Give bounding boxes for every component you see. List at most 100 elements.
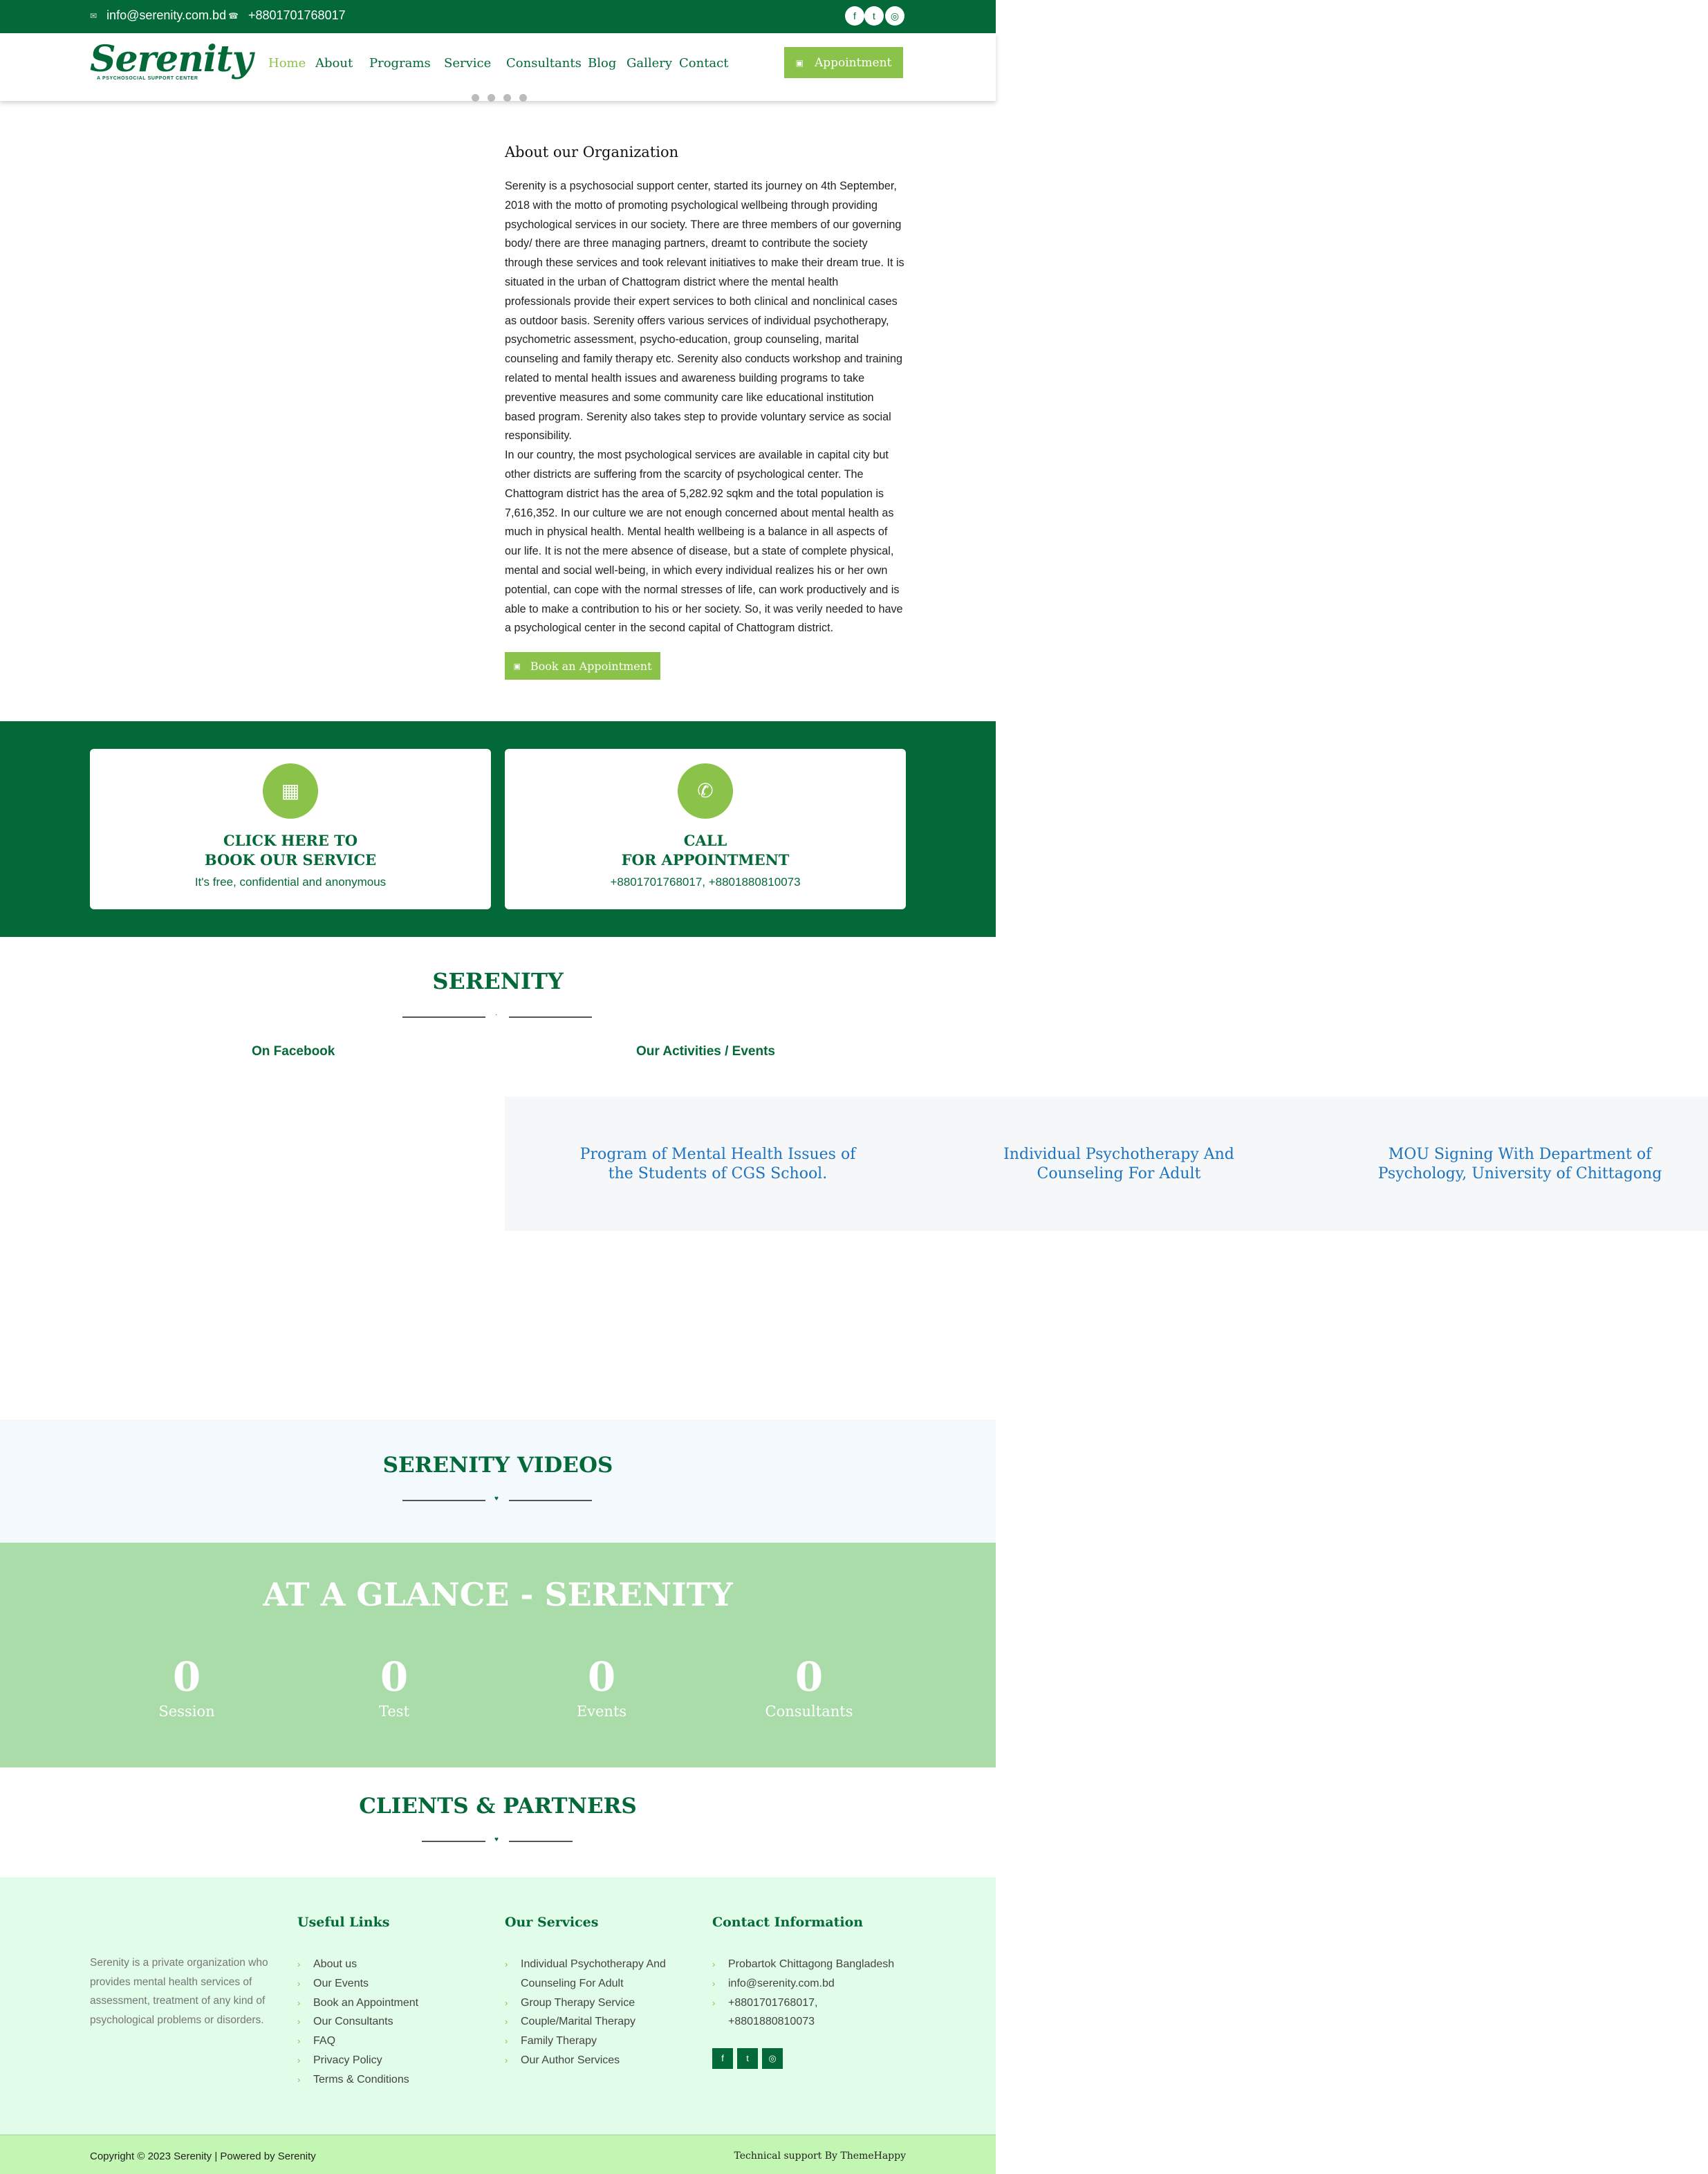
footer-link[interactable]: Our Events <box>297 1974 484 1994</box>
divider-left <box>402 1016 485 1018</box>
appointment-button-label: Appointment <box>814 55 892 70</box>
facebook-label: On Facebook <box>252 1044 335 1059</box>
cta-band: ▦ CLICK HERE TO BOOK OUR SERVICE It's fr… <box>0 721 996 937</box>
glance-title: AT A GLANCE - SERENITY <box>263 1576 733 1613</box>
divider-right <box>509 1016 592 1018</box>
instagram-icon[interactable]: ◎ <box>762 2048 783 2069</box>
about-paragraph: In our country, the most psychological s… <box>505 449 903 635</box>
site-footer: Serenity is a private organization who p… <box>0 1877 996 2135</box>
footer-link[interactable]: Our Consultants <box>297 2012 484 2032</box>
slider-dot[interactable] <box>503 94 511 102</box>
copyright-text: Copyright © 2023 Serenity | Powered by S… <box>90 2150 316 2162</box>
footer-address: Probartok Chittagong Bangladesh <box>712 1955 899 1974</box>
nav-blog[interactable]: Blog <box>588 56 616 71</box>
facebook-icon[interactable]: f <box>712 2048 733 2069</box>
calendar-icon: ▣ <box>795 57 804 68</box>
logo-word: Serenity <box>90 38 253 80</box>
slider-dot[interactable] <box>519 94 527 102</box>
book-service-card[interactable]: ▦ CLICK HERE TO BOOK OUR SERVICE It's fr… <box>90 749 491 909</box>
stat-label: Session <box>158 1703 215 1720</box>
heart-icon: ♥ <box>494 1495 499 1503</box>
heart-icon: ♥ <box>494 1836 499 1843</box>
nav-consultants[interactable]: Consultants <box>506 56 582 71</box>
nav-gallery[interactable]: Gallery <box>626 56 672 71</box>
slider-dot[interactable] <box>488 94 495 102</box>
book-card-line2: BOOK OUR SERVICE <box>204 851 377 868</box>
instagram-icon[interactable]: ◎ <box>885 6 904 26</box>
nav-home[interactable]: Home <box>268 56 306 71</box>
twitter-icon[interactable]: t <box>864 6 884 26</box>
copyright-bar: Copyright © 2023 Serenity | Powered by S… <box>0 2135 996 2174</box>
footer-email[interactable]: info@serenity.com.bd <box>712 1974 899 1994</box>
book-card-subtitle: It's free, confidential and anonymous <box>194 875 387 889</box>
about-title: About our Organization <box>505 144 679 160</box>
footer-service-link[interactable]: Our Author Services <box>505 2051 678 2070</box>
stat-test: 0 Test <box>311 1653 477 1720</box>
facebook-icon[interactable]: f <box>845 6 864 26</box>
stat-value: 0 <box>380 1653 409 1700</box>
stat-events: 0 Events <box>519 1653 685 1720</box>
footer-link[interactable]: Book an Appointment <box>297 1994 484 2013</box>
event-link[interactable]: MOU Signing With Department of Psycholog… <box>1375 1145 1665 1184</box>
phone-icon: ✆ <box>678 763 733 819</box>
topbar-phone[interactable]: ☎ +8801701768017 <box>228 8 346 23</box>
divider-right <box>509 1841 573 1842</box>
footer-service-link[interactable]: Individual Psychotherapy And Counseling … <box>505 1955 678 1994</box>
stat-label: Events <box>576 1703 627 1720</box>
nav-programs[interactable]: Programs <box>369 56 431 71</box>
about-paragraph: Serenity is a psychosocial support cente… <box>505 180 904 443</box>
topbar-email[interactable]: ✉ info@serenity.com.bd <box>90 8 226 23</box>
footer-about: Serenity is a private organization who p… <box>90 1957 268 2026</box>
footer-phones[interactable]: +8801701768017, +8801880810073 <box>712 1994 844 2032</box>
event-link[interactable]: Program of Mental Health Issues of the S… <box>573 1145 863 1184</box>
top-bar: ✉ info@serenity.com.bd ☎ +8801701768017 … <box>0 0 996 33</box>
support-text[interactable]: Technical support By ThemeHappy <box>734 2150 906 2162</box>
footer-contact-title: Contact Information <box>712 1915 864 1930</box>
footer-service-link[interactable]: Couple/Marital Therapy <box>505 2012 678 2032</box>
footer-services-title: Our Services <box>505 1915 599 1930</box>
call-card-line1: CALL <box>683 832 727 849</box>
calendar-icon: ▣ <box>513 661 521 671</box>
divider-left <box>402 1500 485 1501</box>
calendar-icon: ▦ <box>263 763 318 819</box>
nav-contact[interactable]: Contact <box>679 56 728 71</box>
slider-dots <box>472 94 527 102</box>
glance-section: AT A GLANCE - SERENITY 0 Session 0 Test … <box>0 1543 996 1767</box>
twitter-icon[interactable]: t <box>737 2048 758 2069</box>
call-card-phones: +8801701768017, +8801880810073 <box>610 875 801 889</box>
about-text: Serenity is a psychosocial support cente… <box>505 177 906 638</box>
nav-about[interactable]: About <box>315 56 353 71</box>
stat-value: 0 <box>172 1653 201 1700</box>
footer-service-link[interactable]: Family Therapy <box>505 2032 678 2051</box>
events-label: Our Activities / Events <box>636 1044 775 1059</box>
appointment-button[interactable]: ▣ Appointment <box>784 47 903 78</box>
call-card-line2: FOR APPOINTMENT <box>621 851 790 868</box>
footer-link[interactable]: Privacy Policy <box>297 2051 484 2070</box>
book-card-line1: CLICK HERE TO <box>223 832 358 849</box>
footer-useful-links: About us Our Events Book an Appointment … <box>297 1955 484 2090</box>
slider-dot[interactable] <box>472 94 479 102</box>
site-logo[interactable]: Serenity A PSYCHOSOCIAL SUPPORT CENTER <box>90 37 253 81</box>
stat-consultants: 0 Consultants <box>726 1653 892 1720</box>
footer-link[interactable]: FAQ <box>297 2032 484 2051</box>
topbar-email-text: info@serenity.com.bd <box>106 8 227 22</box>
footer-useful-links-title: Useful Links <box>297 1915 390 1930</box>
event-link[interactable]: Individual Psychotherapy And Counseling … <box>974 1145 1264 1184</box>
phone-icon: ☎ <box>228 10 239 21</box>
stat-value: 0 <box>587 1653 616 1700</box>
videos-section: SERENITY VIDEOS ♥ <box>0 1420 996 1543</box>
clients-title: CLIENTS & PARTNERS <box>359 1794 637 1819</box>
stat-session: 0 Session <box>104 1653 270 1720</box>
videos-title: SERENITY VIDEOS <box>382 1453 613 1478</box>
footer-services: Individual Psychotherapy And Counseling … <box>505 1955 678 2070</box>
divider-dot-icon: · <box>495 1011 498 1019</box>
footer-link[interactable]: About us <box>297 1955 484 1974</box>
book-appointment-label: Book an Appointment <box>530 659 652 673</box>
call-card[interactable]: ✆ CALL FOR APPOINTMENT +8801701768017, +… <box>505 749 906 909</box>
topbar-phone-text: +8801701768017 <box>248 8 346 22</box>
footer-service-link[interactable]: Group Therapy Service <box>505 1994 678 2013</box>
footer-link[interactable]: Terms & Conditions <box>297 2070 484 2090</box>
book-appointment-button[interactable]: ▣ Book an Appointment <box>505 652 660 680</box>
stat-label: Consultants <box>765 1703 853 1720</box>
nav-service[interactable]: Service <box>444 56 491 71</box>
